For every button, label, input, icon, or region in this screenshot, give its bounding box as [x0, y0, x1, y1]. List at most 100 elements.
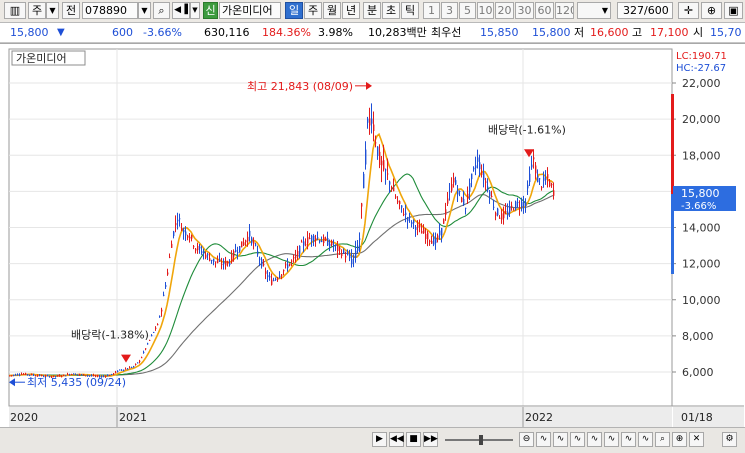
candle-body — [473, 167, 475, 170]
price-box-value: 15,800 — [681, 187, 720, 200]
candle-body — [171, 243, 173, 248]
market-dropdown-icon[interactable]: ▼ — [46, 2, 59, 19]
candle-body — [495, 212, 497, 216]
period-tab[interactable]: 초 — [382, 2, 400, 19]
candle-body — [233, 251, 235, 257]
scroll-first-icon[interactable]: ▶ — [372, 432, 387, 447]
tool-wave-icon-6[interactable]: ∿ — [621, 432, 636, 447]
candle-body — [367, 118, 369, 123]
candle-body — [413, 220, 415, 223]
candle-body — [491, 195, 493, 198]
candle-body — [337, 245, 339, 251]
chart-area[interactable]: 22,00020,00018,00016,00014,00012,00010,0… — [0, 43, 745, 428]
tool-wave-icon-5[interactable]: ∿ — [604, 432, 619, 447]
stop-icon[interactable]: ■ — [406, 432, 421, 447]
window-icon[interactable]: ▣ — [724, 2, 743, 19]
interval-button[interactable]: 60 — [535, 2, 554, 19]
interval-button[interactable]: 5 — [459, 2, 476, 19]
settings-icon[interactable]: ⚙ — [722, 432, 737, 447]
amount-value: 10,283백만 — [368, 26, 427, 39]
search-icon[interactable]: ⌕ — [153, 2, 170, 19]
interval-button[interactable]: 10 — [477, 2, 494, 19]
candle-body — [319, 240, 321, 243]
candle-body — [275, 279, 277, 281]
interval-dropdown-icon[interactable]: ▼ — [577, 2, 611, 19]
tool-wave-icon-7[interactable]: ∿ — [638, 432, 653, 447]
close-icon[interactable]: ✕ — [689, 432, 704, 447]
bookmark-icon[interactable]: ⊕ — [701, 2, 722, 19]
code-dropdown-icon[interactable]: ▼ — [138, 2, 151, 19]
candle-body — [475, 165, 477, 169]
chart-type-icon[interactable]: ▥ — [4, 2, 26, 19]
period-tab[interactable]: 일 — [285, 2, 303, 19]
zoom-slider[interactable] — [445, 435, 513, 445]
change-percent: -3.66% — [143, 26, 182, 39]
tool-wave-icon-2[interactable]: ∿ — [553, 432, 568, 447]
period-tab[interactable]: 년 — [342, 2, 360, 19]
interval-button[interactable]: 3 — [441, 2, 458, 19]
interval-button[interactable]: 30 — [515, 2, 534, 19]
candle-body — [391, 187, 393, 189]
candle-body — [361, 203, 363, 207]
period-tab[interactable]: 틱 — [401, 2, 419, 19]
candle-body — [343, 250, 345, 253]
candle-body — [151, 335, 153, 337]
candle-body — [537, 176, 539, 183]
code-input[interactable]: 078890 — [82, 2, 138, 19]
count-field[interactable]: 327/600 — [617, 2, 673, 19]
candle-body — [253, 241, 255, 244]
candle-body — [287, 264, 289, 269]
speaker-dropdown-icon[interactable]: ▼ — [190, 2, 200, 19]
candle-body — [227, 261, 229, 264]
change-value: 600 — [112, 26, 133, 39]
candle-body — [439, 230, 441, 236]
candle-body — [505, 211, 507, 213]
candle-body — [385, 169, 387, 171]
candle-body — [247, 236, 249, 242]
candle-body — [355, 250, 357, 258]
interval-button[interactable]: 120 — [555, 2, 574, 19]
candle-body — [135, 363, 137, 365]
candle-body — [259, 258, 261, 260]
zoom-in-icon[interactable]: ⊕ — [672, 432, 687, 447]
tool-wave-icon-3[interactable]: ∿ — [570, 432, 585, 447]
candle-body — [221, 264, 223, 266]
period-tab[interactable]: 주 — [304, 2, 322, 19]
forward-icon[interactable]: ▶▶ — [423, 432, 438, 447]
candle-body — [167, 272, 169, 275]
candle-body — [159, 315, 161, 318]
candle-body — [269, 276, 271, 278]
interval-button[interactable]: 1 — [423, 2, 440, 19]
prev-button[interactable]: 전 — [62, 2, 80, 19]
tool-wave-icon-1[interactable]: ∿ — [536, 432, 551, 447]
candle-body — [185, 231, 187, 236]
tool-wave-icon-4[interactable]: ∿ — [587, 432, 602, 447]
price-chart[interactable]: 22,00020,00018,00016,00014,00012,00010,0… — [0, 44, 745, 428]
candle-body — [487, 186, 489, 191]
candle-body — [249, 230, 251, 237]
candle-body — [235, 249, 237, 252]
zoom-out-icon[interactable]: ⊖ — [519, 432, 534, 447]
candle-body — [281, 274, 283, 276]
candle-body — [169, 256, 171, 258]
candle-body — [285, 264, 287, 266]
speaker-icon[interactable]: ◀▐ — [172, 2, 190, 19]
candle-body — [231, 254, 233, 263]
period-tab[interactable]: 월 — [323, 2, 341, 19]
candle-body — [503, 211, 505, 219]
candle-body — [463, 199, 465, 205]
candle-body — [327, 238, 329, 246]
rewind-icon[interactable]: ◀◀ — [389, 432, 404, 447]
candle-body — [405, 212, 407, 215]
market-button[interactable]: 주 — [28, 2, 46, 19]
candle-body — [415, 227, 417, 230]
y-tick-label: 6,000 — [682, 366, 714, 379]
interval-button[interactable]: 20 — [495, 2, 514, 19]
candle-body — [499, 217, 501, 219]
zoom-search-icon[interactable]: ⌕ — [655, 432, 670, 447]
candle-body — [197, 246, 199, 251]
zoom-slider-handle[interactable] — [479, 435, 483, 445]
down-triangle-icon: ▼ — [57, 27, 65, 38]
period-tab[interactable]: 분 — [363, 2, 381, 19]
crosshair-icon[interactable]: ✛ — [678, 2, 699, 19]
